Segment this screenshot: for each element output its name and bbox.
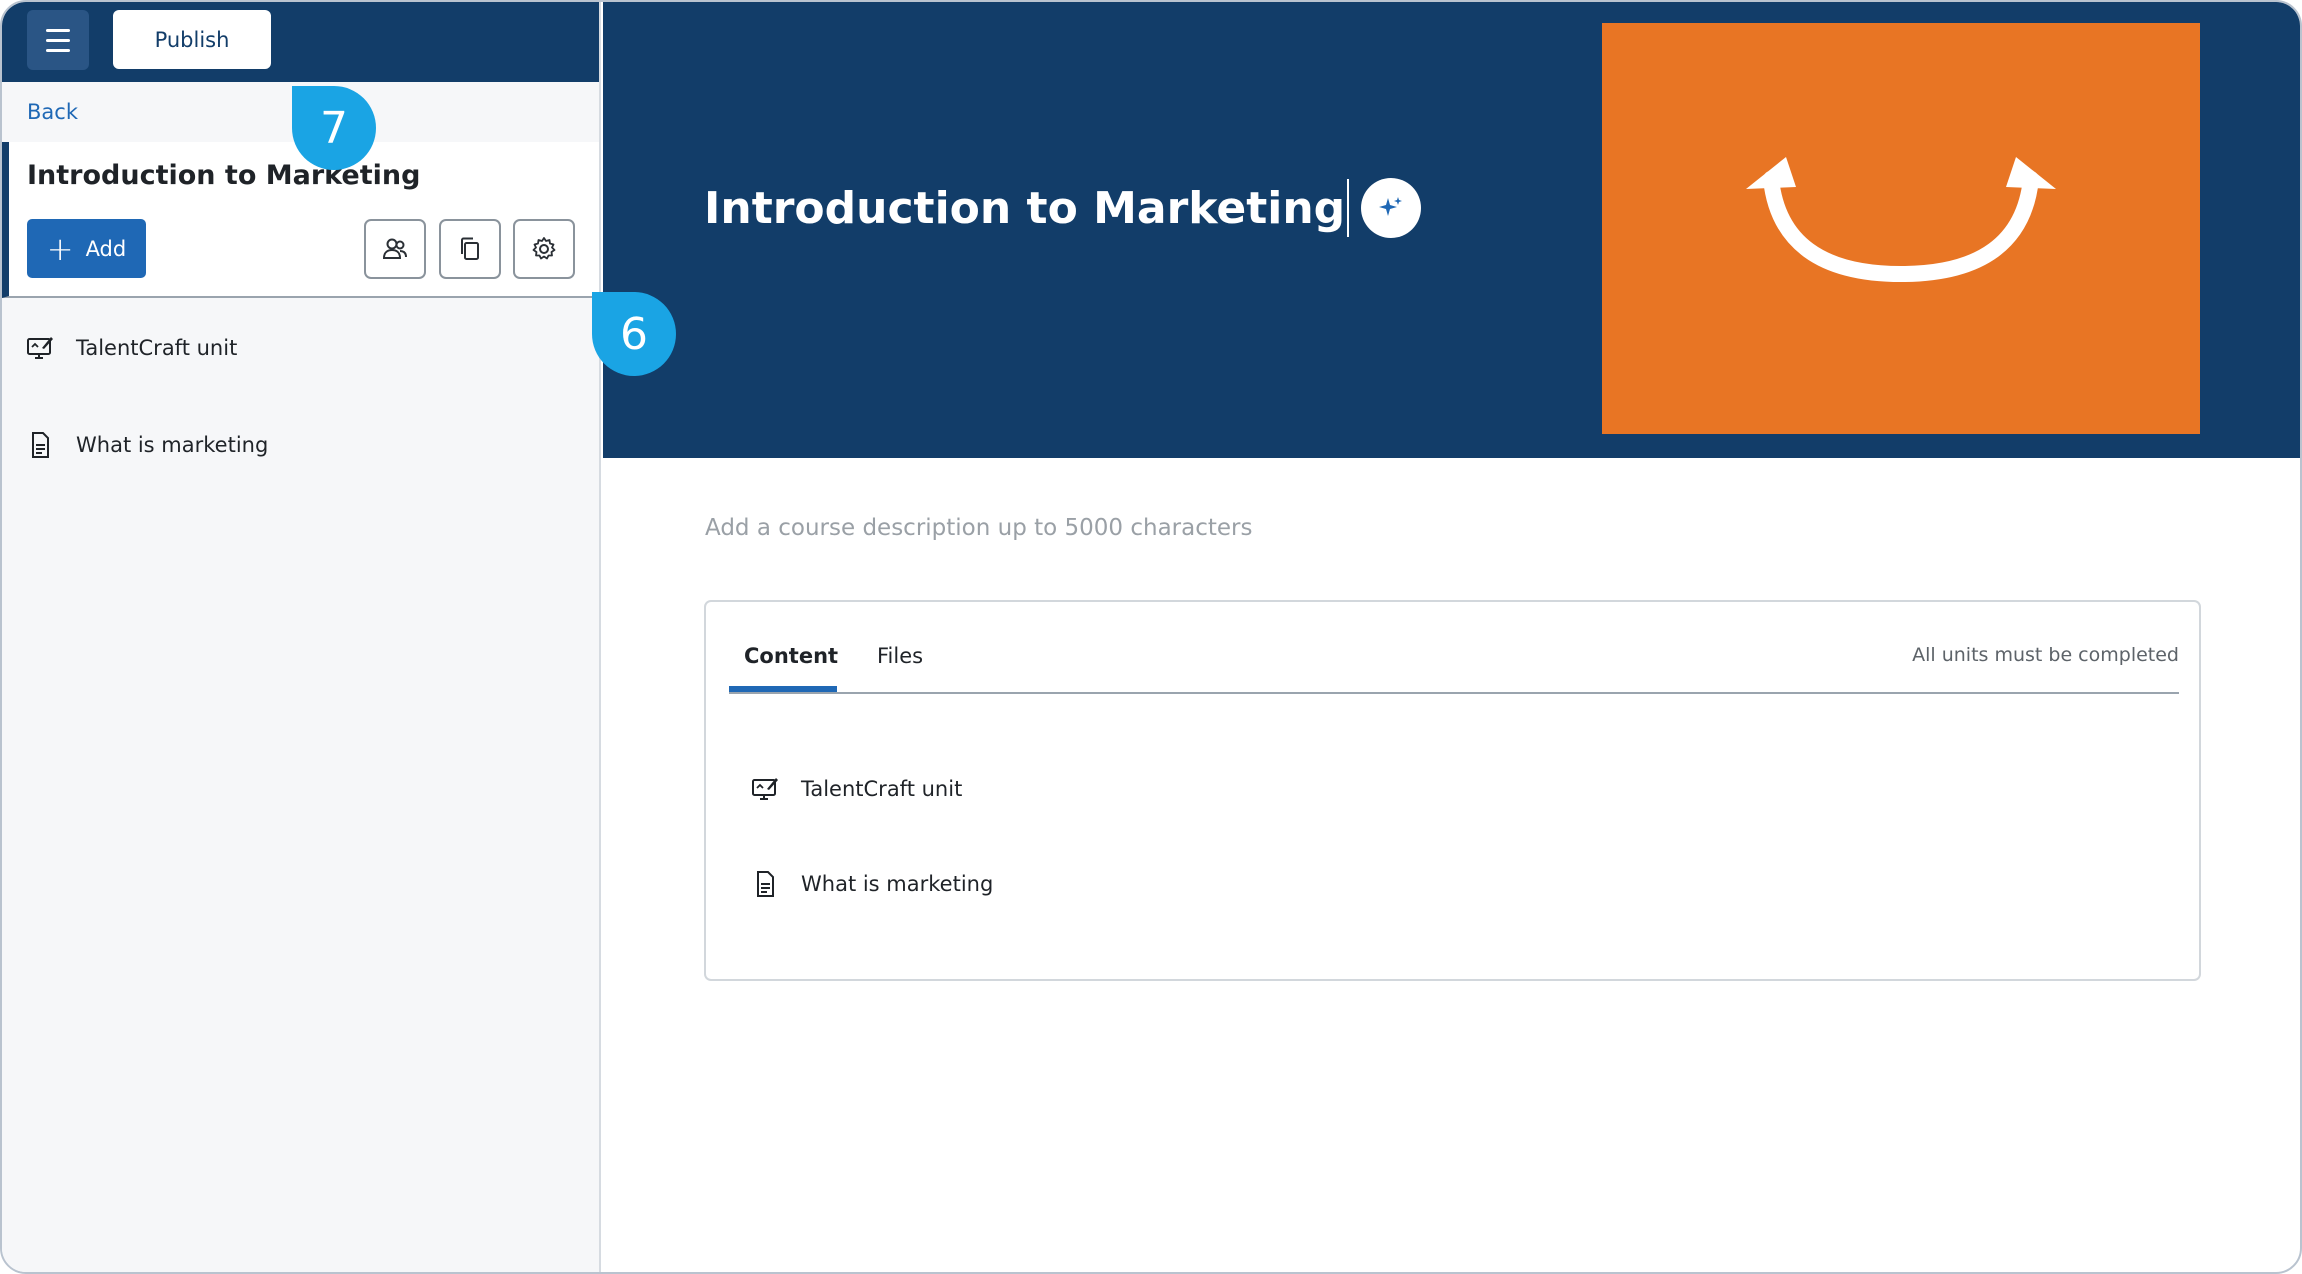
course-cover-image[interactable] [1602, 23, 2200, 434]
back-link[interactable]: Back [27, 100, 78, 124]
completion-rule[interactable]: All units must be completed [1912, 644, 2179, 666]
sparkle-icon [1379, 197, 1403, 216]
list-item[interactable]: TalentCraft unit [749, 773, 962, 805]
add-button[interactable]: + Add [27, 219, 146, 278]
course-title: Introduction to Marketing [27, 160, 421, 191]
monitor-edit-icon [24, 332, 56, 364]
list-item-label: What is marketing [801, 872, 994, 896]
sidebar-item-label: TalentCraft unit [76, 336, 238, 360]
content-tabs: Content Files All units must be complete… [729, 602, 2179, 694]
list-item-label: TalentCraft unit [801, 777, 963, 801]
add-button-label: Add [85, 236, 127, 261]
sidebar-item-label: What is marketing [76, 433, 269, 457]
copy-button[interactable] [439, 219, 501, 279]
ai-assist-button[interactable] [1361, 178, 1422, 238]
tab-content[interactable]: Content [744, 644, 838, 668]
sidebar-item-what-is-marketing[interactable]: What is marketing [24, 429, 268, 461]
text-caret [1347, 179, 1350, 237]
callout-badge-6: 6 [592, 292, 676, 376]
tab-files[interactable]: Files [877, 644, 923, 668]
hero-title[interactable]: Introduction to Marketing [704, 183, 1345, 234]
gear-icon [532, 237, 556, 260]
content-card: Content Files All units must be complete… [704, 600, 2201, 981]
publish-button[interactable]: Publish [113, 10, 271, 69]
sidebar-item-talentcraft-unit[interactable]: TalentCraft unit [24, 332, 237, 364]
users-icon [382, 238, 407, 259]
hamburger-menu-icon[interactable] [27, 10, 89, 70]
list-item[interactable]: What is marketing [749, 868, 993, 900]
sidebar: Publish Back Introduction to Marketing +… [2, 2, 601, 1272]
active-tab-indicator [729, 686, 837, 692]
plus-icon: + [46, 229, 74, 268]
course-header: Introduction to Marketing + Add [2, 142, 599, 298]
smile-logo-icon [1746, 156, 2056, 282]
course-hero: Introduction to Marketing [603, 2, 2300, 458]
users-button[interactable] [364, 219, 426, 279]
copy-icon [461, 237, 479, 260]
sidebar-header: Publish [2, 2, 599, 82]
monitor-edit-icon [749, 773, 781, 805]
settings-button[interactable] [513, 219, 575, 279]
app-window: Publish Back Introduction to Marketing +… [0, 0, 2302, 1274]
course-title-editor[interactable]: Introduction to Marketing [704, 178, 1422, 238]
callout-badge-7: 7 [292, 86, 376, 170]
document-icon [749, 868, 781, 900]
course-description-input[interactable]: Add a course description up to 5000 char… [705, 515, 1253, 541]
document-icon [24, 429, 56, 461]
